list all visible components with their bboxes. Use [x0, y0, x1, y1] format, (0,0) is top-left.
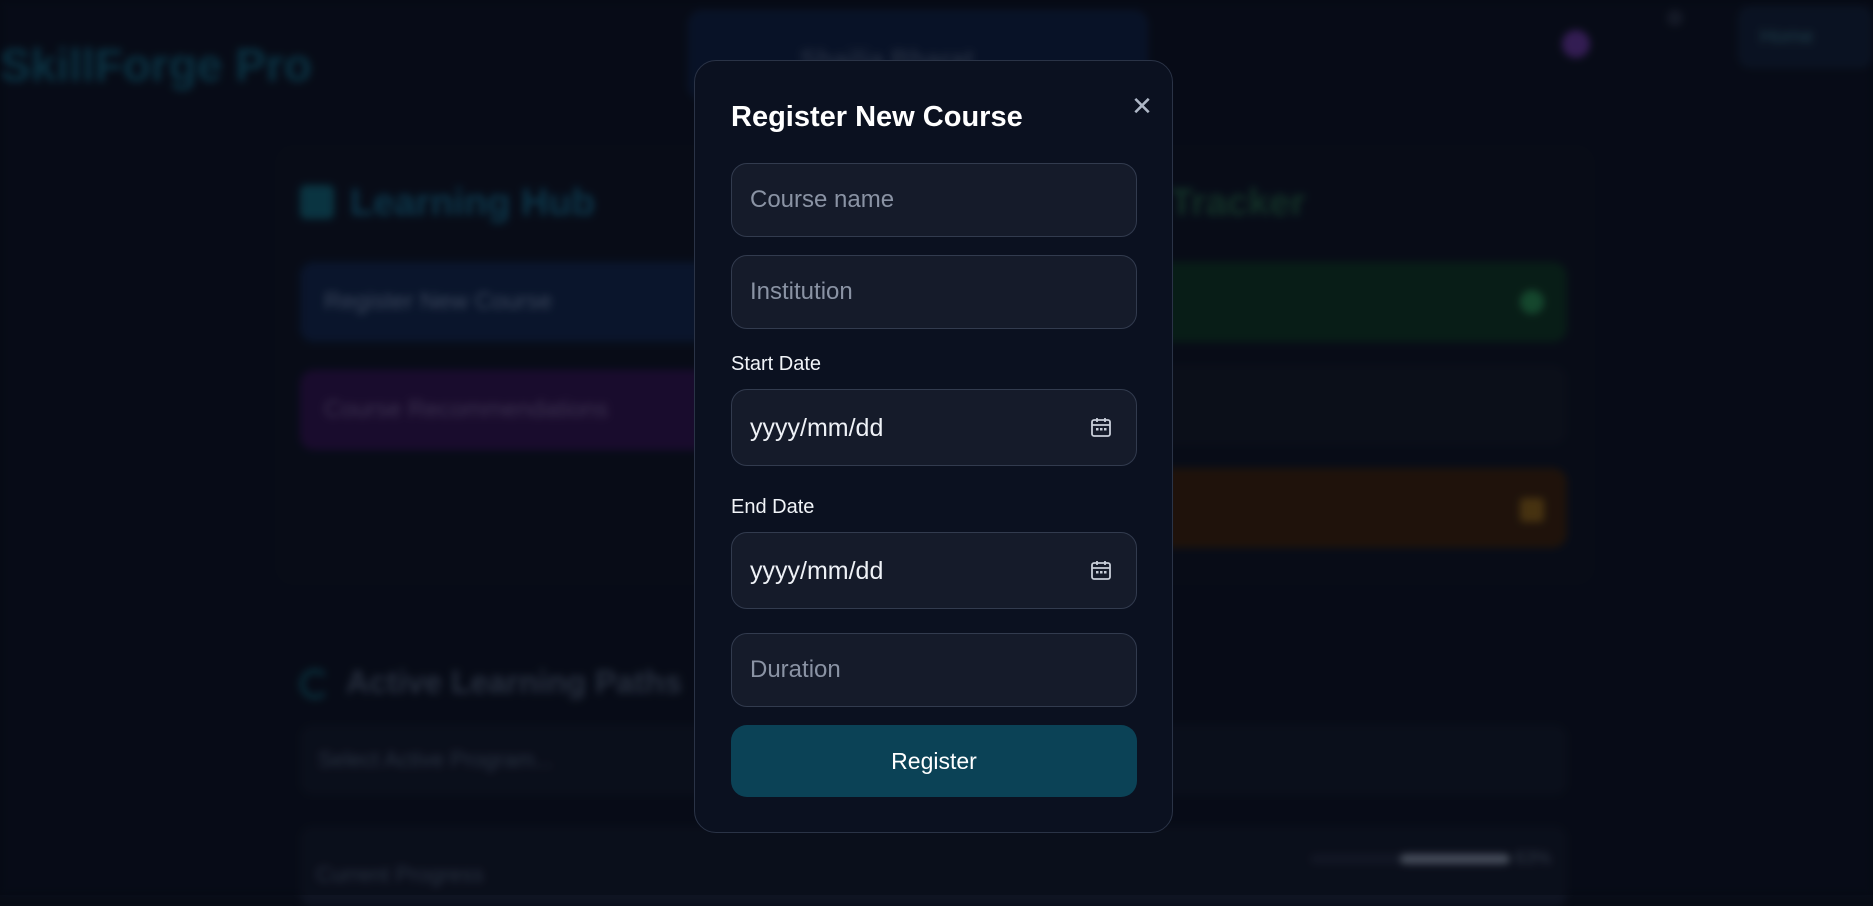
end-date-label: End Date [731, 496, 815, 518]
course-name-input[interactable] [731, 163, 1137, 237]
calendar-icon[interactable] [1090, 416, 1112, 438]
institution-input[interactable] [731, 255, 1137, 329]
end-date-input[interactable]: yyyy/mm/dd [731, 532, 1137, 609]
calendar-icon[interactable] [1090, 559, 1112, 581]
start-date-value: yyyy/mm/dd [750, 414, 884, 442]
modal-title: Register New Course [731, 101, 1023, 133]
duration-input[interactable] [731, 633, 1137, 707]
register-button[interactable]: Register [731, 725, 1137, 797]
start-date-label: Start Date [731, 353, 822, 375]
end-date-value: yyyy/mm/dd [750, 557, 884, 585]
register-course-modal: Register New Course ✕ Start Date yyyy/mm… [694, 60, 1173, 833]
start-date-input[interactable]: yyyy/mm/dd [731, 389, 1137, 466]
close-icon[interactable]: ✕ [1127, 91, 1157, 121]
